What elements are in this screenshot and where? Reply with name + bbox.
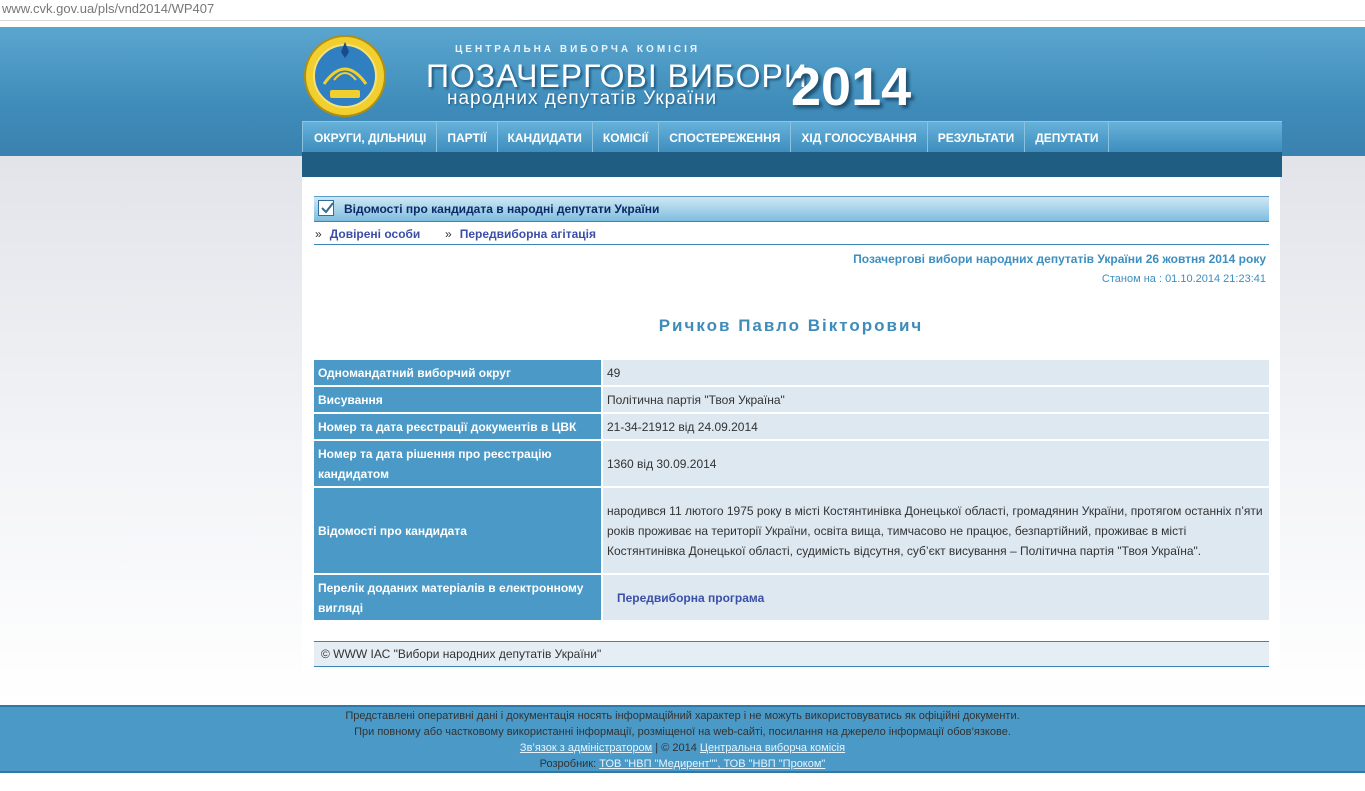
checkbox-icon	[318, 200, 334, 216]
campaign-program-link[interactable]: Передвиборна програма	[607, 591, 764, 605]
sub-navigation: » Довірені особи » Передвиборна агітація	[314, 222, 1269, 245]
as-of-value: 01.10.2014 21:23:41	[1165, 273, 1266, 285]
table-row: Висування Політична партія "Твоя Україна…	[314, 387, 1269, 412]
nav-item-parties[interactable]: ПАРТІЇ	[437, 122, 498, 152]
candidate-name: Ричков Павло Вікторович	[658, 316, 924, 335]
subnav-link[interactable]: Передвиборна агітація	[460, 227, 596, 241]
section-header: Відомості про кандидата в народні депута…	[314, 196, 1269, 222]
footer-disclaimer: Представлені оперативні дані і документа…	[345, 710, 1020, 722]
subnav-arrow: »	[445, 227, 452, 241]
candidate-info-table: Одномандатний виборчий округ 49 Висуванн…	[314, 358, 1269, 622]
cec-emblem-icon[interactable]	[304, 34, 386, 118]
row-value: Передвиборна програма	[603, 575, 1269, 620]
footer-citation-note: При повному або частковому використанні …	[354, 726, 1011, 738]
header-org: ЦЕНТРАЛЬНА ВИБОРЧА КОМІСІЯ	[455, 44, 701, 55]
election-title: Позачергові вибори народних депутатів Ук…	[853, 252, 1266, 266]
section-title: Відомості про кандидата в народні депута…	[344, 202, 660, 216]
address-bar[interactable]: www.cvk.gov.ua/pls/vnd2014/WP407	[0, 0, 1365, 21]
row-value: Політична партія "Твоя Україна"	[603, 387, 1269, 412]
footer-links: Зв’язок з адміністратором | © 2014 Центр…	[0, 742, 1365, 754]
row-key: Одномандатний виборчий округ	[314, 360, 603, 385]
header-subtitle: народних депутатів України	[447, 88, 718, 109]
developer-label: Розробник:	[539, 758, 600, 770]
main-nav: ОКРУГИ, ДІЛЬНИЦІ ПАРТІЇ КАНДИДАТИ КОМІСІ…	[302, 121, 1282, 152]
nav-item-observation[interactable]: СПОСТЕРЕЖЕННЯ	[659, 122, 792, 152]
subnav-item-trusted-persons[interactable]: » Довірені особи	[315, 227, 420, 241]
as-of-label: Станом на :	[1101, 273, 1166, 285]
nav-item-results[interactable]: РЕЗУЛЬТАТИ	[928, 122, 1026, 152]
subnav-arrow: »	[315, 227, 322, 241]
url-text: www.cvk.gov.ua/pls/vnd2014/WP407	[2, 1, 215, 16]
table-row: Номер та дата реєстрації документів в ЦВ…	[314, 414, 1269, 439]
row-value: 49	[603, 360, 1269, 385]
row-value: 21-34-21912 від 24.09.2014	[603, 414, 1269, 439]
as-of-timestamp: Станом на : 01.10.2014 21:23:41	[1102, 273, 1266, 285]
nav-item-candidates[interactable]: КАНДИДАТИ	[498, 122, 593, 152]
row-value: 1360 від 30.09.2014	[603, 441, 1269, 486]
copyright-bar: © WWW ІАС "Вибори народних депутатів Укр…	[314, 641, 1269, 667]
row-key: Перелік доданих матеріалів в електронном…	[314, 575, 603, 620]
table-row: Номер та дата рішення про реєстрацію кан…	[314, 441, 1269, 486]
contact-admin-link[interactable]: Зв’язок з адміністратором	[520, 742, 652, 754]
footer: Представлені оперативні дані і документа…	[0, 705, 1365, 773]
footer-separator: | © 2014	[652, 742, 700, 754]
subnav-item-campaign[interactable]: » Передвиборна агітація	[445, 227, 596, 241]
nav-item-commissions[interactable]: КОМІСІЇ	[593, 122, 660, 152]
footer-developer: Розробник: ТОВ "НВП "Медирент"", ТОВ "НВ…	[0, 758, 1365, 770]
row-key: Висування	[314, 387, 603, 412]
table-row: Відомості про кандидата народився 11 лют…	[314, 488, 1269, 573]
nav-item-deputies[interactable]: ДЕПУТАТИ	[1025, 122, 1110, 152]
nav-subbar	[302, 152, 1282, 177]
table-row: Перелік доданих матеріалів в електронном…	[314, 575, 1269, 620]
table-row: Одномандатний виборчий округ 49	[314, 360, 1269, 385]
nav-item-districts[interactable]: ОКРУГИ, ДІЛЬНИЦІ	[302, 122, 438, 152]
row-key: Відомості про кандидата	[314, 488, 603, 573]
subnav-link[interactable]: Довірені особи	[330, 227, 421, 241]
row-value: народився 11 лютого 1975 року в місті Ко…	[603, 488, 1269, 573]
developer-link[interactable]: ТОВ "НВП "Медирент"", ТОВ "НВП "Проком"	[599, 758, 825, 770]
header-year: 2014	[791, 57, 912, 117]
nav-item-voting-progress[interactable]: ХІД ГОЛОСУВАННЯ	[791, 122, 928, 152]
cec-link[interactable]: Центральна виборча комісія	[700, 742, 845, 754]
row-key: Номер та дата рішення про реєстрацію кан…	[314, 441, 603, 486]
row-key: Номер та дата реєстрації документів в ЦВ…	[314, 414, 603, 439]
